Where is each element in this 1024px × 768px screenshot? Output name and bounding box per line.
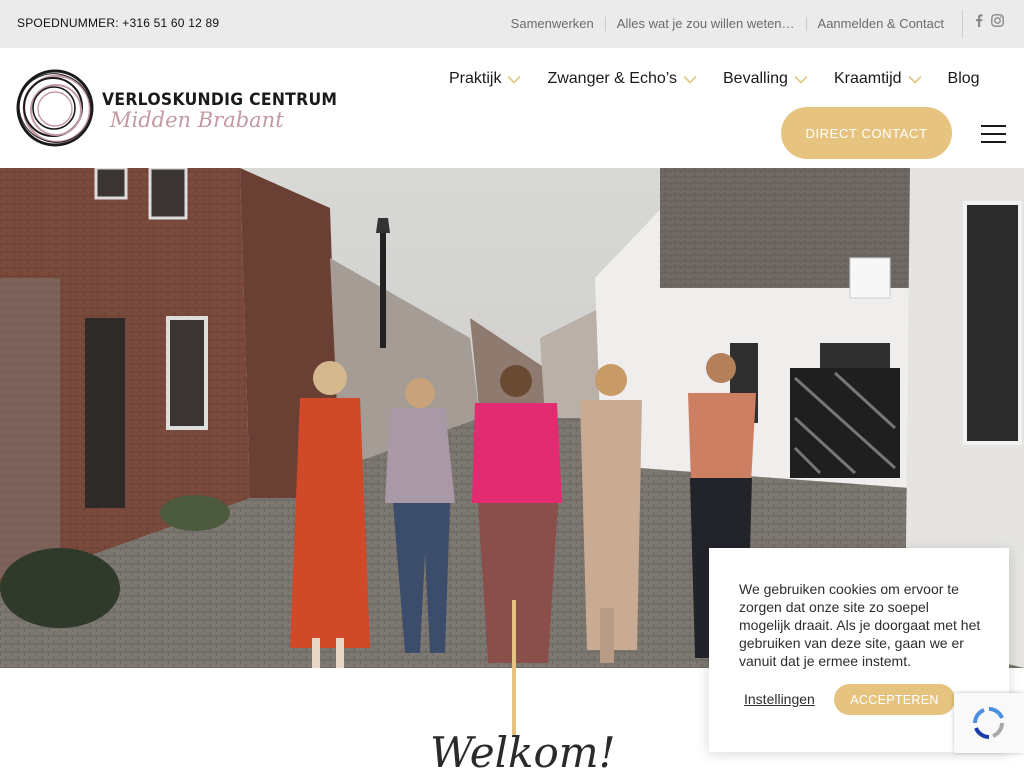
toplink-samenwerken[interactable]: Samenwerken	[511, 16, 594, 31]
top-bar: SPOEDNUMMER: +316 51 60 12 89 Samenwerke…	[0, 0, 1024, 48]
chevron-down-icon	[907, 75, 922, 84]
main-nav: Praktijk Zwanger & Echo’s Bevalling Kraa…	[449, 70, 980, 88]
divider	[962, 10, 963, 38]
hamburger-line	[981, 141, 1006, 143]
social-links	[975, 14, 1004, 27]
instagram-icon[interactable]	[991, 14, 1004, 27]
nav-item-kraamtijd[interactable]: Kraamtijd	[834, 70, 922, 88]
person	[580, 364, 642, 663]
logo-subtitle: Midden Brabant	[110, 108, 284, 132]
hamburger-line	[981, 125, 1006, 127]
logo-title: VERLOSKUNDIG CENTRUM	[102, 90, 338, 110]
nav-item-zwanger-echos[interactable]: Zwanger & Echo’s	[547, 70, 697, 88]
nav-item-label: Bevalling	[723, 70, 788, 87]
decorative-divider	[512, 600, 516, 735]
toplink-contact[interactable]: Aanmelden & Contact	[818, 16, 944, 31]
cookie-accept-button[interactable]: ACCEPTEREN	[834, 684, 955, 715]
site-header: VERLOSKUNDIG CENTRUM Midden Brabant Prak…	[0, 48, 1024, 168]
nav-item-bevalling[interactable]: Bevalling	[723, 70, 808, 88]
top-links: Samenwerken Alles wat je zou willen wete…	[511, 16, 944, 31]
facebook-icon[interactable]	[975, 14, 983, 27]
chevron-down-icon	[683, 75, 697, 84]
cookie-settings-link[interactable]: Instellingen	[744, 691, 815, 707]
hamburger-icon[interactable]	[981, 125, 1006, 143]
person	[290, 361, 370, 668]
person	[472, 365, 562, 663]
page-title: Welkom!	[430, 728, 616, 768]
divider	[805, 16, 807, 31]
nav-item-praktijk[interactable]: Praktijk	[449, 70, 522, 88]
logo-rings-icon	[16, 69, 94, 147]
chevron-down-icon	[794, 75, 808, 84]
divider	[604, 16, 606, 31]
nav-item-label: Praktijk	[449, 70, 502, 87]
chevron-down-icon	[507, 75, 522, 84]
recaptcha-badge[interactable]	[954, 693, 1024, 753]
nav-item-label: Kraamtijd	[833, 70, 902, 87]
toplink-faq[interactable]: Alles wat je zou willen weten…	[617, 16, 795, 31]
nav-item-blog[interactable]: Blog	[948, 70, 980, 88]
nav-item-label: Blog	[947, 70, 980, 87]
direct-contact-button[interactable]: DIRECT CONTACT	[781, 107, 952, 159]
hamburger-line	[981, 133, 1006, 135]
emergency-number[interactable]: SPOEDNUMMER: +316 51 60 12 89	[17, 16, 219, 30]
nav-item-label: Zwanger & Echo’s	[547, 70, 677, 87]
recaptcha-icon	[973, 707, 1004, 739]
cookie-message: We gebruiken cookies om ervoor te zorgen…	[739, 581, 981, 669]
site-logo[interactable]: VERLOSKUNDIG CENTRUM Midden Brabant	[14, 68, 337, 148]
